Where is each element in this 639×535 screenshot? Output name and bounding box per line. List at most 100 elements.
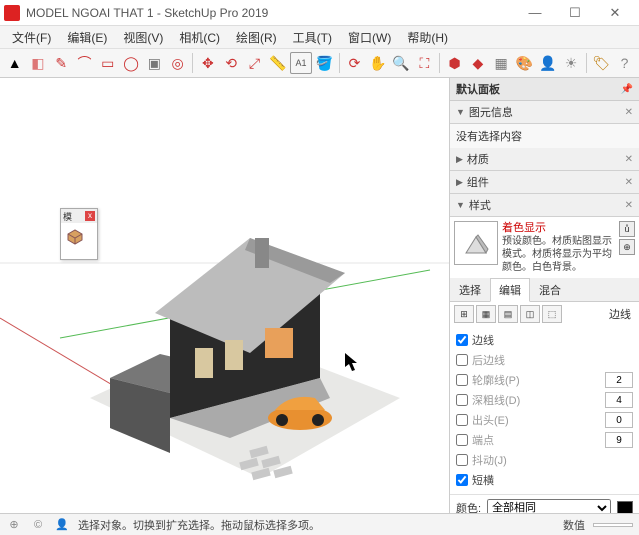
toolbar: ▲ ◧ ✎ ⌒ ▭ ◯ ▣ ◎ ✥ ⟲ ⤢ 📏 A1 🪣 ⟳ ✋ 🔍 ⛶ ⬢ ◆… <box>0 48 639 78</box>
style-name: 着色显示 <box>502 221 615 235</box>
pan-icon[interactable]: ✋ <box>367 52 388 74</box>
circle-icon[interactable]: ◯ <box>120 52 141 74</box>
text-icon[interactable]: A1 <box>290 52 311 74</box>
style-thumbnail[interactable] <box>454 221 498 265</box>
styles-header[interactable]: ▼ 样式 ✕ <box>450 194 639 217</box>
bg-settings-icon[interactable]: ▤ <box>498 305 518 323</box>
window-title: MODEL NGOAI THAT 1 - SketchUp Pro 2019 <box>26 6 515 20</box>
titlebar: MODEL NGOAI THAT 1 - SketchUp Pro 2019 —… <box>0 0 639 26</box>
end-value[interactable] <box>605 432 633 448</box>
signin-icon[interactable]: 👤 <box>54 517 70 533</box>
geo-icon[interactable]: ⊕ <box>6 517 22 533</box>
rotate-icon[interactable]: ⟲ <box>221 52 242 74</box>
components-header[interactable]: ▶ 组件 ✕ <box>450 171 639 194</box>
viewport[interactable]: 模 x <box>0 78 449 513</box>
menu-tools[interactable]: 工具(T) <box>285 27 340 48</box>
zoomext-icon[interactable]: ⛶ <box>414 52 435 74</box>
move-icon[interactable]: ✥ <box>197 52 218 74</box>
zoom-icon[interactable]: 🔍 <box>390 52 411 74</box>
float-label: 模 <box>63 210 72 223</box>
float-window[interactable]: 模 x <box>60 208 98 260</box>
dim-input[interactable] <box>593 523 633 527</box>
depth-value[interactable] <box>605 392 633 408</box>
color-label: 颜色: <box>456 500 481 513</box>
tab-select[interactable]: 选择 <box>450 278 490 302</box>
edge-options: 边线 后边线 轮廓线(P) 深粗线(D) 出头(E) 端点 抖动(J) 短横 <box>450 326 639 494</box>
menu-window[interactable]: 窗口(W) <box>340 27 399 48</box>
style-update-icon[interactable]: ů <box>619 221 635 237</box>
menu-camera[interactable]: 相机(C) <box>171 27 228 48</box>
user-icon[interactable]: 👤 <box>537 52 558 74</box>
entity-info-header[interactable]: ▼ 图元信息 ✕ <box>450 101 639 124</box>
rect-icon[interactable]: ▭ <box>97 52 118 74</box>
scale-icon[interactable]: ⤢ <box>244 52 265 74</box>
sun-icon[interactable]: ☀ <box>560 52 581 74</box>
tape-icon[interactable]: 📏 <box>267 52 288 74</box>
pencil-icon[interactable]: ✎ <box>51 52 72 74</box>
offset-icon[interactable]: ◎ <box>167 52 188 74</box>
expand-icon: ▶ <box>456 154 463 165</box>
float-close-icon[interactable]: x <box>85 211 95 221</box>
cb-dash[interactable]: 短横 <box>456 470 633 490</box>
style-new-icon[interactable]: ⊕ <box>619 239 635 255</box>
cb-profile[interactable]: 轮廓线(P) <box>456 370 633 390</box>
style-desc: 预设颜色。材质贴图显示模式。材质将显示为平均颜色。白色背景。 <box>502 235 615 274</box>
menu-help[interactable]: 帮助(H) <box>399 27 456 48</box>
cb-edges[interactable]: 边线 <box>456 330 633 350</box>
arc-icon[interactable]: ⌒ <box>74 52 95 74</box>
paint-icon[interactable]: 🪣 <box>314 52 335 74</box>
close-button[interactable]: ✕ <box>595 0 635 26</box>
eraser-icon[interactable]: ◧ <box>27 52 48 74</box>
edges-heading: 边线 <box>609 306 635 322</box>
materials-header[interactable]: ▶ 材质 ✕ <box>450 148 639 171</box>
cb-depth[interactable]: 深粗线(D) <box>456 390 633 410</box>
modeling-icon[interactable]: ⬚ <box>542 305 562 323</box>
tab-mix[interactable]: 混合 <box>530 278 570 302</box>
tab-edit[interactable]: 编辑 <box>490 278 530 302</box>
orbit-icon[interactable]: ⟳ <box>344 52 365 74</box>
maximize-button[interactable]: ☐ <box>555 0 595 26</box>
collapse-icon: ▼ <box>456 107 465 117</box>
style-tabs: 选择 编辑 混合 <box>450 278 639 302</box>
expand-icon: ▶ <box>456 177 463 188</box>
select-icon[interactable]: ▲ <box>4 52 25 74</box>
menu-file[interactable]: 文件(F) <box>4 27 59 48</box>
panel-close-icon[interactable]: ✕ <box>625 177 633 188</box>
panel-close-icon[interactable]: ✕ <box>625 154 633 165</box>
app-icon <box>4 5 20 21</box>
color-swatch[interactable] <box>617 501 633 513</box>
panel-close-icon[interactable]: ✕ <box>625 107 633 118</box>
cb-jitter[interactable]: 抖动(J) <box>456 450 633 470</box>
ext-icon[interactable]: ◆ <box>467 52 488 74</box>
watermark-icon[interactable]: ◫ <box>520 305 540 323</box>
menubar: 文件(F) 编辑(E) 视图(V) 相机(C) 绘图(R) 工具(T) 窗口(W… <box>0 26 639 48</box>
panel-close-icon[interactable]: ✕ <box>625 200 633 211</box>
pushpull-icon[interactable]: ▣ <box>144 52 165 74</box>
ext-value[interactable] <box>605 412 633 428</box>
menu-edit[interactable]: 编辑(E) <box>59 27 115 48</box>
layout-icon[interactable]: ▦ <box>491 52 512 74</box>
statusbar: ⊕ © 👤 选择对象。切换到扩充选择。拖动鼠标选择多项。 数值 <box>0 513 639 535</box>
credit-icon[interactable]: © <box>30 517 46 533</box>
edge-settings-icon[interactable]: ⊞ <box>454 305 474 323</box>
cb-back[interactable]: 后边线 <box>456 350 633 370</box>
face-settings-icon[interactable]: ▦ <box>476 305 496 323</box>
edge-color-row: 颜色: 全部相同 <box>450 494 639 513</box>
collapse-icon: ▼ <box>456 200 465 210</box>
cb-end[interactable]: 端点 <box>456 430 633 450</box>
menu-draw[interactable]: 绘图(R) <box>228 27 285 48</box>
default-tray-title[interactable]: 默认面板 📌 <box>450 78 639 101</box>
cb-ext[interactable]: 出头(E) <box>456 410 633 430</box>
menu-view[interactable]: 视图(V) <box>115 27 171 48</box>
component-icon[interactable] <box>64 226 94 256</box>
color-mode-select[interactable]: 全部相同 <box>487 499 611 513</box>
dim-label: 数值 <box>563 517 585 533</box>
tag-icon[interactable]: 🏷 <box>591 52 612 74</box>
help-icon[interactable]: ? <box>614 52 635 74</box>
pin-icon[interactable]: 📌 <box>621 84 633 95</box>
style-icon[interactable]: 🎨 <box>514 52 535 74</box>
minimize-button[interactable]: — <box>515 0 555 26</box>
edit-subtabs: ⊞ ▦ ▤ ◫ ⬚ 边线 <box>450 302 639 326</box>
profile-value[interactable] <box>605 372 633 388</box>
3dw-icon[interactable]: ⬢ <box>444 52 465 74</box>
